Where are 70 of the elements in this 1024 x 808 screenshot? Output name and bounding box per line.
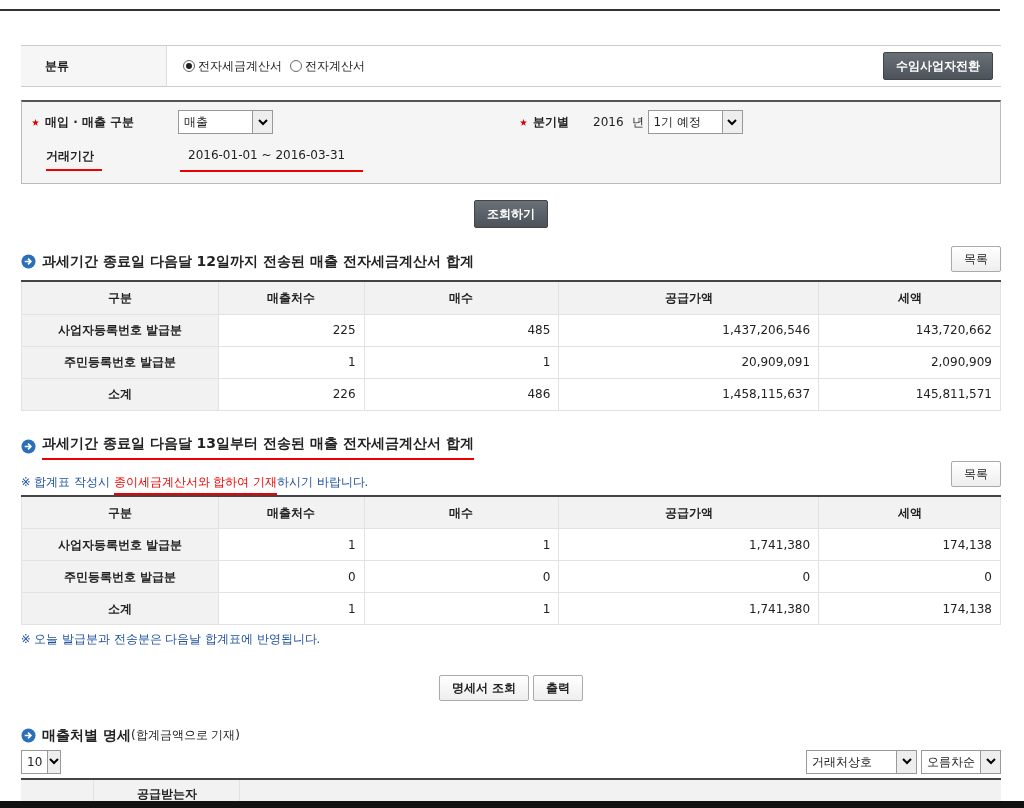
table-cell: 1 (364, 592, 559, 625)
section-subtitle: (합계금액으로 기재) (130, 727, 241, 744)
table-cell: 145,811,571 (818, 378, 1001, 410)
column-header: 구분 (21, 281, 219, 314)
table-cell: 1 (364, 528, 559, 561)
field-label: 분류 (21, 46, 167, 86)
row-header: 사업자등록번호 발급분 (21, 528, 219, 561)
sort-order-select[interactable]: 오름차순 (921, 749, 1001, 774)
row-header: 주민등록번호 발급분 (21, 560, 219, 593)
radio-option[interactable]: 전자세금계산서 (183, 57, 282, 75)
table-cell: 0 (364, 560, 559, 593)
column-header: 매출처수 (218, 281, 365, 314)
table-cell: 1 (218, 528, 365, 561)
table-cell: 225 (218, 314, 365, 346)
table-cell: 0 (818, 560, 1001, 593)
table-cell: 174,138 (818, 528, 1001, 561)
arrow-circle-icon (21, 438, 36, 454)
field-label: 분기별 (533, 114, 569, 131)
action-button[interactable]: 명세서 조회 (438, 674, 530, 701)
row-header: 소계 (21, 592, 219, 625)
row-header: 소계 (21, 378, 219, 410)
arrow-circle-icon (21, 727, 36, 743)
table-cell: 485 (364, 314, 559, 346)
column-header: 매출처수 (218, 495, 365, 529)
radio-option[interactable]: 전자계산서 (290, 57, 365, 75)
period-value: 2016-01-01 ~ 2016-03-31 (180, 146, 364, 172)
quarter-select[interactable]: 1기 예정 (647, 110, 743, 134)
table-cell: 1,741,380 (558, 592, 819, 625)
table-cell: 2,090,909 (818, 346, 1001, 378)
section-title: 과세기간 종료일 다음달 12일까지 전송된 매출 전자세금계산서 합계 (42, 251, 474, 271)
action-button[interactable]: 출력 (533, 674, 584, 701)
table-cell: 1 (218, 592, 365, 625)
query-button[interactable]: 조회하기 (474, 200, 548, 228)
footnote-text: ※ 오늘 발급분과 전송분은 다음날 합계표에 반영됩니다. (21, 631, 322, 649)
table-cell: 20,909,091 (558, 346, 819, 378)
column-header: 구분 (21, 495, 219, 529)
arrow-circle-icon (21, 253, 36, 269)
page-size-select[interactable]: 10 (21, 749, 61, 774)
switch-button[interactable]: 수임사업자전환 (883, 52, 993, 80)
field-label: 거래기간 (46, 147, 102, 171)
table-cell: 0 (218, 560, 365, 593)
list-button[interactable]: 목록 (951, 460, 1001, 487)
list-button[interactable]: 목록 (951, 246, 1001, 272)
section-title: 과세기간 종료일 다음달 13일부터 전송된 매출 전자세금계산서 합계 (42, 432, 474, 460)
year-text: 2016 (593, 114, 624, 131)
table-cell: 1,741,380 (558, 528, 819, 561)
sort-field-select[interactable]: 거래처상호 (806, 749, 917, 774)
column-header: 세액 (818, 495, 1001, 529)
required-icon (520, 118, 527, 126)
row-header: 주민등록번호 발급분 (21, 346, 219, 378)
table-cell: 226 (218, 378, 365, 410)
table-cell: 143,720,662 (818, 314, 1001, 346)
table-cell: 0 (558, 560, 819, 593)
column-header: 공급가액 (558, 495, 819, 529)
column-header: 매수 (364, 281, 559, 314)
table-cell: 1 (218, 346, 365, 378)
column-header: 매수 (364, 495, 559, 529)
column-header: 세액 (818, 281, 1001, 314)
year-unit: 년 (631, 114, 644, 131)
required-icon (32, 118, 39, 126)
table-cell: 1,437,206,546 (558, 314, 819, 346)
table-cell: 1 (364, 346, 559, 378)
section-title: 매출처별 명세 (42, 725, 131, 745)
table-cell: 486 (364, 378, 559, 410)
column-header: 공급가액 (558, 281, 819, 314)
row-header: 사업자등록번호 발급분 (21, 314, 219, 346)
type-select[interactable]: 매출 (178, 110, 273, 134)
table-cell: 1,458,115,637 (558, 378, 819, 410)
field-label: 매입 · 매출 구분 (45, 114, 135, 131)
table-cell: 174,138 (818, 592, 1001, 625)
